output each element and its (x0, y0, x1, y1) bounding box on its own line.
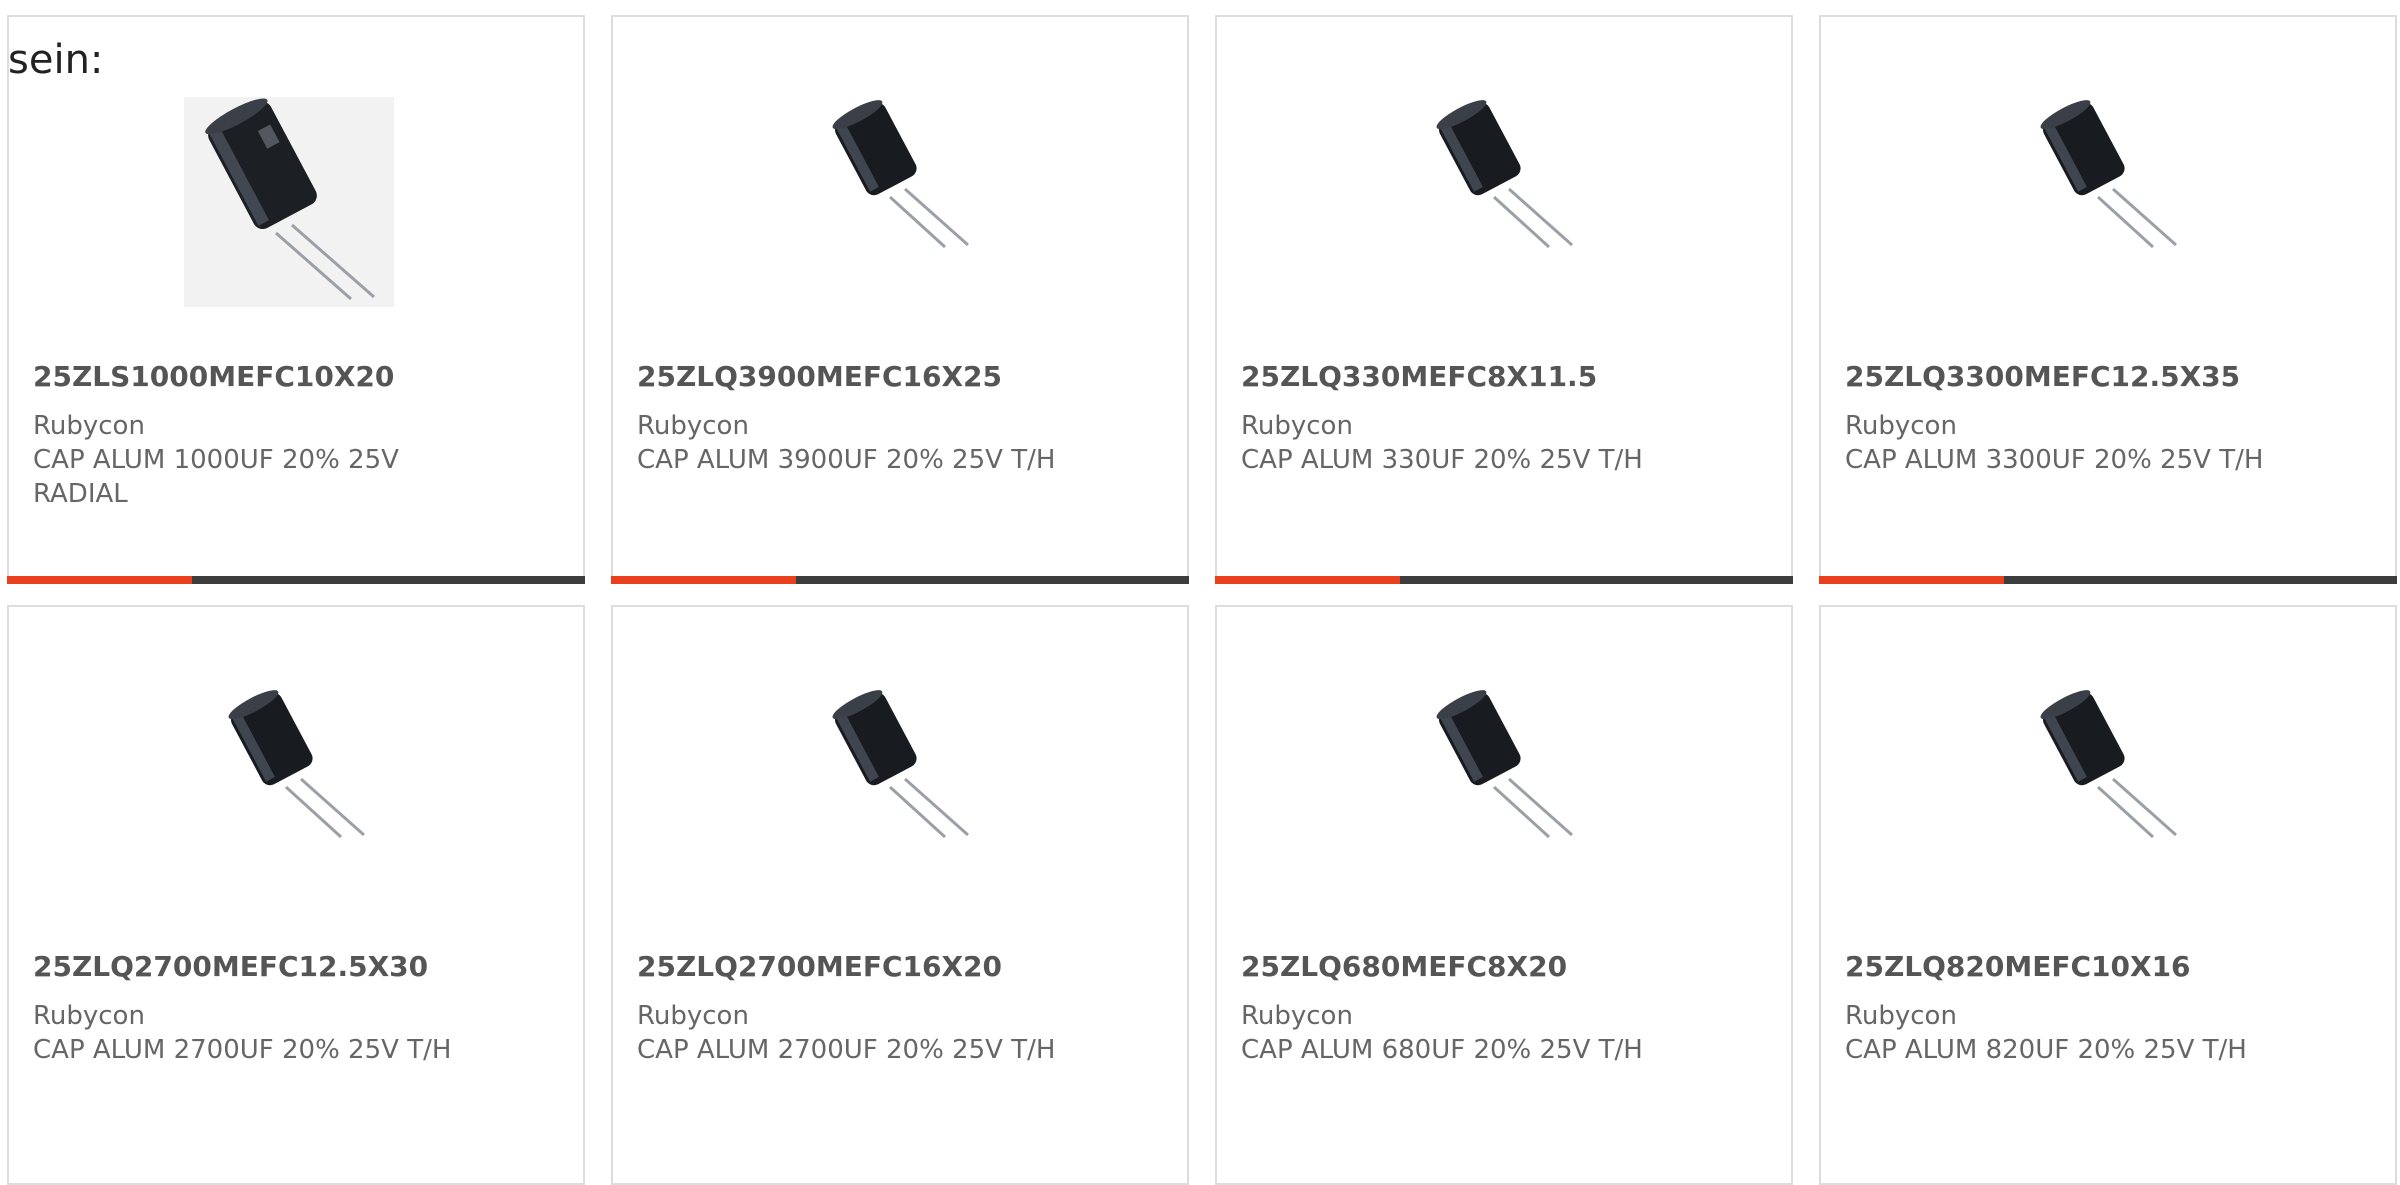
product-card[interactable]: 25ZLQ330MEFC8X11.5 Rubycon CAP ALUM 330U… (1215, 15, 1793, 584)
product-image[interactable] (1821, 667, 2395, 907)
manufacturer: Rubycon (33, 1001, 145, 1031)
card-progress-bar (1819, 576, 2397, 584)
product-image[interactable] (9, 77, 583, 317)
product-image[interactable] (1217, 667, 1791, 907)
part-description: CAP ALUM 680UF 20% 25V T/H (1241, 1035, 1643, 1065)
card-progress-bar (611, 576, 1189, 584)
part-number[interactable]: 25ZLS1000MEFC10X20 (33, 360, 394, 393)
part-number[interactable]: 25ZLQ3900MEFC16X25 (637, 360, 1002, 393)
radial-capacitor-icon (2040, 100, 2177, 249)
product-card[interactable]: 25ZLQ3300MEFC12.5X35 Rubycon CAP ALUM 33… (1819, 15, 2397, 584)
card-progress-fill (611, 576, 796, 584)
part-description: CAP ALUM 3900UF 20% 25V T/H (637, 445, 1056, 475)
card-progress-fill (1215, 576, 1400, 584)
radial-capacitor-icon (184, 97, 394, 307)
product-card[interactable]: 25ZLQ680MEFC8X20 Rubycon CAP ALUM 680UF … (1215, 605, 1793, 1185)
part-number[interactable]: 25ZLQ820MEFC10X16 (1845, 950, 2191, 983)
product-image[interactable] (613, 667, 1187, 907)
product-image[interactable] (613, 77, 1187, 317)
product-image[interactable] (9, 667, 583, 907)
manufacturer: Rubycon (1845, 1001, 1957, 1031)
radial-capacitor-icon (2040, 690, 2177, 839)
card-progress-bar (1215, 576, 1793, 584)
product-image[interactable] (1217, 77, 1791, 317)
product-card[interactable]: 25ZLQ820MEFC10X16 Rubycon CAP ALUM 820UF… (1819, 605, 2397, 1185)
manufacturer: Rubycon (1241, 411, 1353, 441)
product-card[interactable]: 25ZLQ3900MEFC16X25 Rubycon CAP ALUM 3900… (611, 15, 1189, 584)
manufacturer: Rubycon (33, 411, 145, 441)
radial-capacitor-icon (832, 100, 969, 249)
product-image[interactable] (1821, 77, 2395, 317)
product-card[interactable]: 25ZLQ2700MEFC16X20 Rubycon CAP ALUM 2700… (611, 605, 1189, 1185)
part-number[interactable]: 25ZLQ330MEFC8X11.5 (1241, 360, 1597, 393)
manufacturer: Rubycon (1845, 411, 1957, 441)
radial-capacitor-icon (228, 690, 365, 839)
radial-capacitor-icon (1436, 690, 1573, 839)
part-number[interactable]: 25ZLQ2700MEFC16X20 (637, 950, 1002, 983)
manufacturer: Rubycon (1241, 1001, 1353, 1031)
radial-capacitor-icon (832, 690, 969, 839)
part-number[interactable]: 25ZLQ2700MEFC12.5X30 (33, 950, 428, 983)
product-card[interactable]: 25ZLQ2700MEFC12.5X30 Rubycon CAP ALUM 27… (7, 605, 585, 1185)
part-description: CAP ALUM 2700UF 20% 25V T/H (33, 1035, 452, 1065)
part-description: CAP ALUM 2700UF 20% 25V T/H (637, 1035, 1056, 1065)
card-progress-fill (1819, 576, 2004, 584)
part-number[interactable]: 25ZLQ680MEFC8X20 (1241, 950, 1567, 983)
part-description: CAP ALUM 1000UF 20% 25V RADIAL (33, 445, 399, 509)
radial-capacitor-icon (1436, 100, 1573, 249)
part-description: CAP ALUM 330UF 20% 25V T/H (1241, 445, 1643, 475)
card-progress-bar (7, 576, 585, 584)
intro-text: sein: (8, 37, 104, 83)
manufacturer: Rubycon (637, 411, 749, 441)
part-description: CAP ALUM 3300UF 20% 25V T/H (1845, 445, 2264, 475)
card-progress-fill (7, 576, 192, 584)
part-number[interactable]: 25ZLQ3300MEFC12.5X35 (1845, 360, 2240, 393)
part-description: CAP ALUM 820UF 20% 25V T/H (1845, 1035, 2247, 1065)
manufacturer: Rubycon (637, 1001, 749, 1031)
product-card[interactable]: 25ZLS1000MEFC10X20 Rubycon CAP ALUM 1000… (7, 15, 585, 584)
